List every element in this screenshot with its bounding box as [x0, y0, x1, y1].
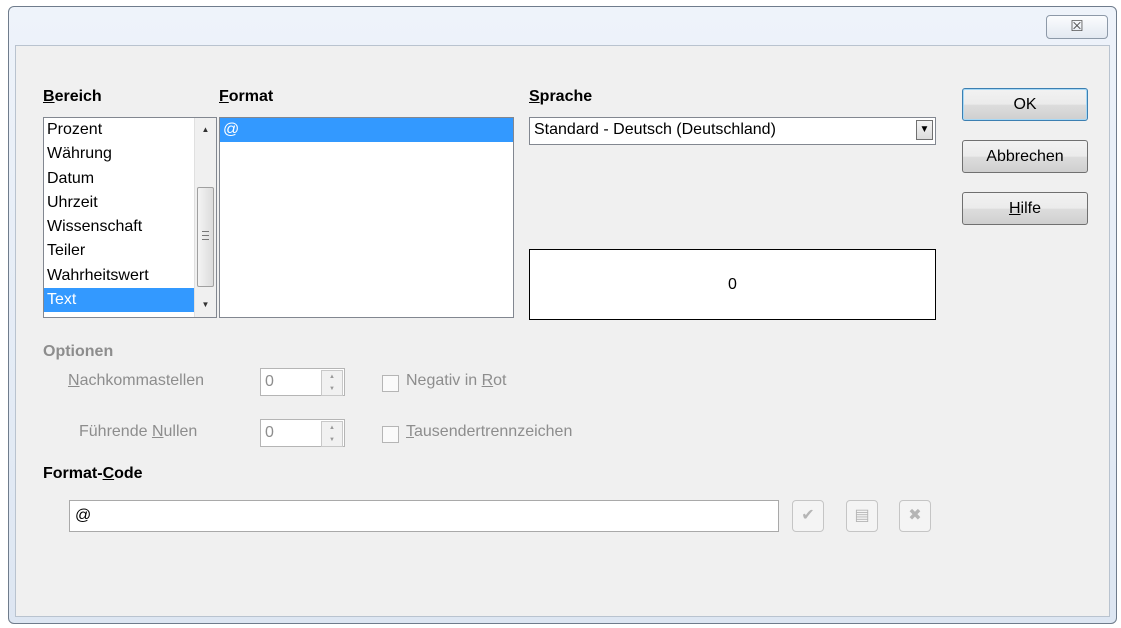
ok-button[interactable]: OK: [962, 88, 1088, 121]
nullen-value: 0: [265, 424, 274, 441]
scroll-thumb[interactable]: [197, 187, 214, 287]
spin-up-icon[interactable]: ▲: [322, 422, 342, 434]
cancel-button[interactable]: Abbrechen: [962, 140, 1088, 173]
sprache-label: Sprache: [529, 88, 593, 105]
format-label: Format: [219, 88, 274, 105]
nachkomma-label: Nachkommastellen: [68, 372, 205, 389]
bereich-scrollbar[interactable]: ▲ ▼: [194, 118, 216, 317]
formatcode-value: @: [75, 507, 92, 524]
help-button[interactable]: Hilfe: [962, 192, 1088, 225]
accept-code-button[interactable]: ✔: [792, 500, 824, 532]
bereich-item[interactable]: Teiler: [44, 239, 216, 263]
spin-up-icon[interactable]: ▲: [322, 371, 342, 383]
add-comment-button[interactable]: ▤: [846, 500, 878, 532]
formatcode-label: Format-Code: [43, 465, 143, 482]
tausender-label: Tausendertrennzeichen: [406, 423, 573, 440]
grip-icon: [202, 231, 209, 240]
scroll-down-icon[interactable]: ▼: [195, 295, 216, 315]
scroll-up-icon[interactable]: ▲: [195, 120, 216, 140]
nachkomma-stepper[interactable]: 0 ▲ ▼: [260, 368, 345, 396]
clipboard-icon: ▤: [854, 507, 870, 524]
sprache-dropdown[interactable]: Standard - Deutsch (Deutschland) ▼: [529, 117, 936, 145]
close-icon: ☒: [1070, 18, 1084, 35]
dialog-body: Bereich Prozent Währung Datum Uhrzeit Wissen…: [15, 45, 1110, 617]
bereich-item[interactable]: Datum: [44, 167, 216, 191]
bereich-listbox[interactable]: Prozent Währung Datum Uhrzeit Wissenschaft Te…: [43, 117, 217, 318]
delete-icon: ✖: [908, 507, 922, 524]
bereich-item[interactable]: Text: [44, 288, 216, 313]
bereich-label: Bereich: [43, 88, 102, 105]
delete-code-button[interactable]: ✖: [899, 500, 931, 532]
tausender-checkbox[interactable]: [382, 426, 399, 443]
optionen-heading: Optionen: [43, 343, 114, 360]
bereich-item[interactable]: Prozent: [44, 118, 216, 142]
preview-value: 0: [728, 276, 737, 293]
negativ-rot-label: Negativ in Rot: [406, 372, 507, 389]
format-listbox[interactable]: @: [219, 117, 514, 318]
bereich-item[interactable]: Wissenschaft: [44, 215, 216, 239]
chevron-down-icon[interactable]: ▼: [916, 120, 933, 140]
check-icon: ✔: [801, 507, 815, 524]
nullen-stepper[interactable]: 0 ▲ ▼: [260, 419, 345, 447]
nachkomma-spin[interactable]: ▲ ▼: [321, 370, 343, 396]
sprache-value: Standard - Deutsch (Deutschland): [534, 121, 776, 138]
title-bar[interactable]: ☒: [9, 7, 1116, 45]
spin-down-icon[interactable]: ▼: [322, 434, 342, 446]
spin-down-icon[interactable]: ▼: [322, 383, 342, 395]
bereich-item[interactable]: Währung: [44, 142, 216, 166]
format-preview: 0: [529, 249, 936, 320]
nullen-spin[interactable]: ▲ ▼: [321, 421, 343, 447]
bereich-item[interactable]: Uhrzeit: [44, 191, 216, 215]
close-button[interactable]: ☒: [1046, 15, 1108, 39]
nullen-label: Führende Nullen: [79, 423, 198, 440]
format-item[interactable]: @: [220, 118, 513, 143]
negativ-rot-checkbox[interactable]: [382, 375, 399, 392]
bereich-item[interactable]: Wahrheitswert: [44, 264, 216, 288]
formatcode-input[interactable]: @: [69, 500, 779, 532]
dialog-window: ☒ Bereich Prozent Währung Datum Uhrzeit Wiss…: [8, 6, 1117, 624]
nachkomma-value: 0: [265, 373, 274, 390]
